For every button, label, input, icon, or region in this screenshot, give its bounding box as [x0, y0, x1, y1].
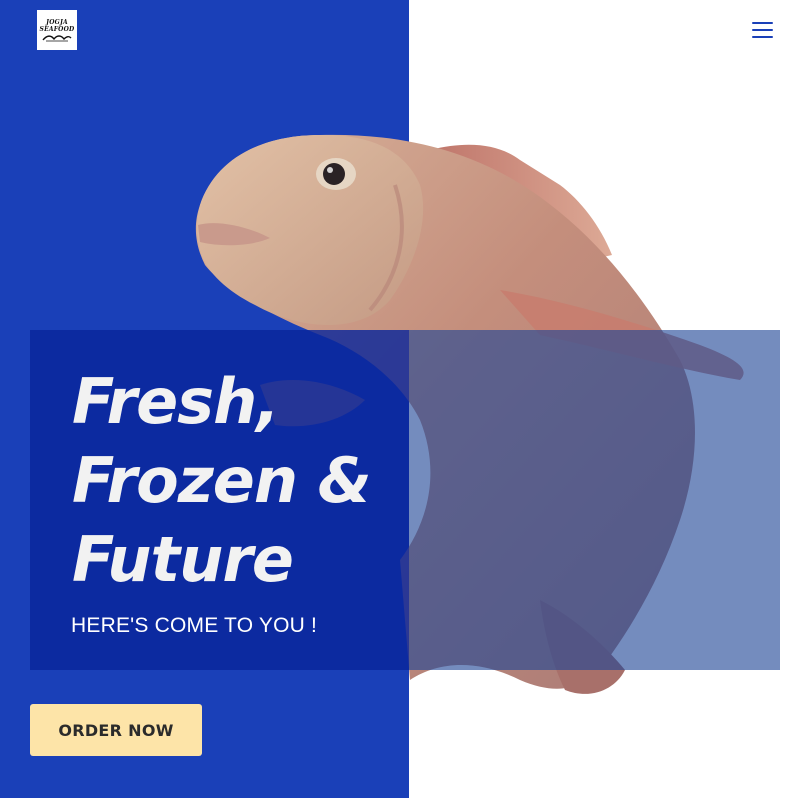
hero-image-overlay — [409, 330, 780, 670]
brand-logo[interactable]: JOGJA SEAFOOD — [37, 10, 77, 50]
logo-text-line2: SEAFOOD — [39, 25, 75, 33]
hero-title-line: Future — [72, 523, 294, 596]
hero-title-line: Frozen & — [72, 444, 372, 517]
order-now-button[interactable]: ORDER NOW — [30, 704, 202, 756]
hero-subtitle: HERE'S COME TO YOU ! — [71, 614, 318, 637]
wave-icon — [42, 34, 72, 41]
logo-text-line1: JOGJA — [46, 18, 68, 26]
hero-title: Fresh, Frozen & Future — [72, 362, 392, 599]
hero-title-line: Fresh, — [72, 365, 280, 438]
hamburger-menu-icon[interactable] — [752, 20, 773, 40]
